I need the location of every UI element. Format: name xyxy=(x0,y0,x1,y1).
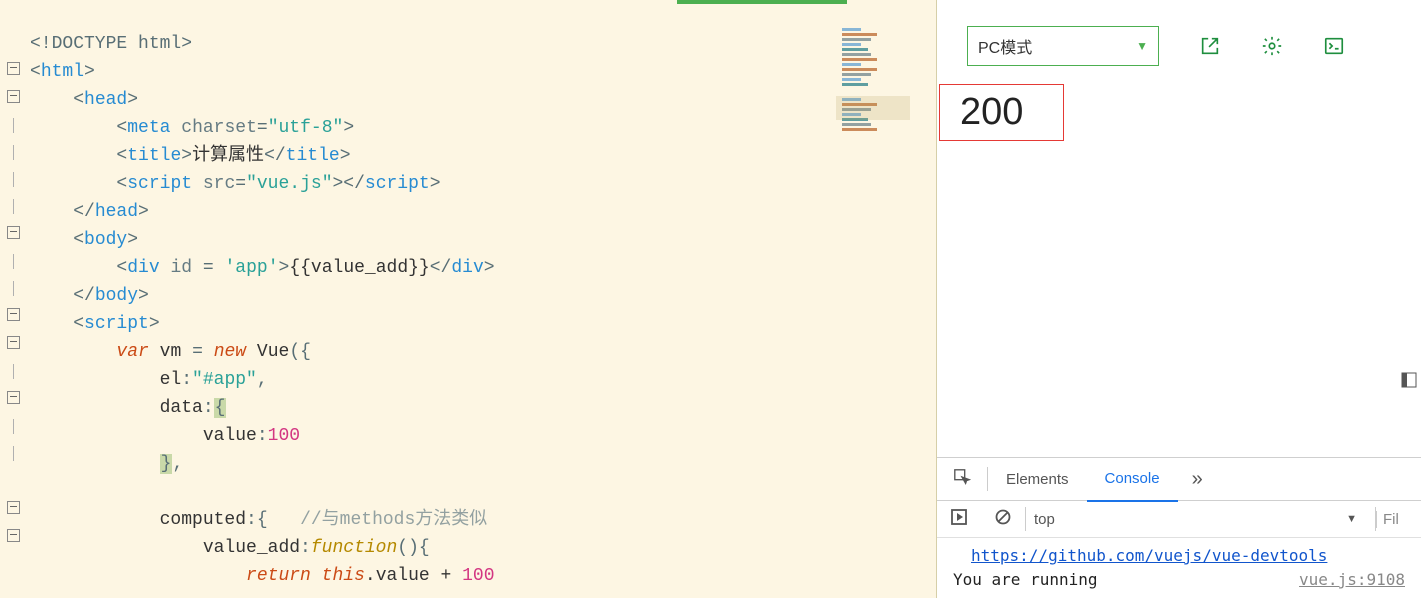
fold-icon[interactable] xyxy=(7,336,20,349)
fold-icon[interactable] xyxy=(7,62,20,75)
mode-select[interactable]: PC模式 ▼ xyxy=(967,26,1159,66)
mode-label: PC模式 xyxy=(978,34,1032,58)
log-link[interactable]: https://github.com/vuejs/vue-devtools xyxy=(971,546,1327,565)
console-output: https://github.com/vuejs/vue-devtools Yo… xyxy=(937,538,1421,598)
devtools: Elements Console » top ▼ Fil xyxy=(937,457,1421,598)
code-content[interactable]: <!DOCTYPE html> <html> <head> <meta char… xyxy=(26,0,836,598)
tab-elements[interactable]: Elements xyxy=(988,458,1087,500)
preview-pane: PC模式 ▼ 200 xyxy=(937,0,1421,598)
fold-gutter xyxy=(0,0,26,598)
chevron-down-icon: ▼ xyxy=(1136,39,1148,53)
scope-select[interactable]: top ▼ xyxy=(1026,511,1375,528)
console-icon[interactable] xyxy=(1323,35,1345,57)
output-box: 200 xyxy=(939,84,1064,141)
dock-icon[interactable] xyxy=(1401,372,1417,392)
fold-icon[interactable] xyxy=(7,226,20,239)
filter-input[interactable]: Fil xyxy=(1376,511,1421,528)
fold-icon[interactable] xyxy=(7,308,20,321)
fold-icon[interactable] xyxy=(7,391,20,404)
chevron-down-icon: ▼ xyxy=(1346,513,1357,525)
output-value: 200 xyxy=(960,91,1023,133)
log-source[interactable]: vue.js:9108 xyxy=(1299,568,1405,592)
preview-toolbar: PC模式 ▼ xyxy=(937,8,1421,66)
code-editor[interactable]: <!DOCTYPE html> <html> <head> <meta char… xyxy=(0,0,836,598)
fold-icon[interactable] xyxy=(7,90,20,103)
fold-icon[interactable] xyxy=(7,501,20,514)
more-tabs-icon[interactable]: » xyxy=(1178,468,1217,491)
clear-icon[interactable] xyxy=(981,509,1025,529)
rendered-output: 200 xyxy=(937,66,1421,141)
minimap[interactable] xyxy=(836,0,937,598)
play-icon[interactable] xyxy=(937,509,981,529)
tab-console[interactable]: Console xyxy=(1087,458,1178,502)
gear-icon[interactable] xyxy=(1261,35,1283,57)
inspect-icon[interactable] xyxy=(937,468,987,490)
popout-icon[interactable] xyxy=(1199,35,1221,57)
fold-icon[interactable] xyxy=(7,529,20,542)
